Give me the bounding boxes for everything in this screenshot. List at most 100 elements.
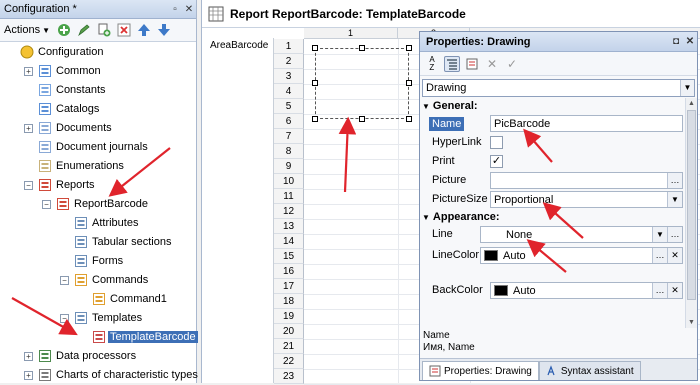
row-header[interactable]: 11 [274, 189, 304, 204]
scroll-down-icon[interactable]: ▼ [686, 317, 697, 328]
linecolor-field[interactable]: Auto … ✕ [480, 247, 683, 264]
row-header[interactable]: 4 [274, 84, 304, 99]
scroll-up-icon[interactable]: ▲ [686, 98, 697, 109]
edit-icon[interactable] [76, 22, 92, 38]
print-checkbox[interactable]: ✓ [490, 155, 503, 168]
resize-handle[interactable] [406, 116, 412, 122]
row-header[interactable]: 20 [274, 324, 304, 339]
row-header[interactable]: 14 [274, 234, 304, 249]
tree-item-command1[interactable]: Command1 [0, 290, 196, 309]
collapse-icon[interactable]: − [42, 200, 51, 209]
categorized-view-icon[interactable] [444, 55, 460, 72]
row-header[interactable]: 17 [274, 279, 304, 294]
tree-item-templatebarcode[interactable]: TemplateBarcode [0, 328, 198, 347]
close-icon[interactable]: ✕ [683, 36, 697, 47]
row-header[interactable]: 10 [274, 174, 304, 189]
row-header[interactable]: 16 [274, 264, 304, 279]
resize-handle[interactable] [406, 45, 412, 51]
tree-item-forms[interactable]: Forms [0, 252, 196, 271]
ellipsis-button[interactable]: … [667, 227, 682, 242]
picturesize-select[interactable]: Proportional ▼ [490, 191, 683, 208]
apply-icon[interactable]: ✓ [504, 56, 520, 72]
ellipsis-button[interactable]: … [652, 283, 667, 298]
properties-scrollbar[interactable]: ▲ ▼ [685, 98, 697, 328]
expand-icon[interactable]: + [24, 124, 33, 133]
resize-handle[interactable] [312, 45, 318, 51]
row-header[interactable]: 5 [274, 99, 304, 114]
tree-item-templates[interactable]: − Templates [0, 309, 196, 328]
tree-item-tabular-sections[interactable]: Tabular sections [0, 233, 196, 252]
move-down-icon[interactable] [156, 22, 172, 38]
tree-item-reports[interactable]: − Reports [0, 176, 196, 195]
collapse-icon[interactable]: − [60, 314, 69, 323]
hyperlink-checkbox[interactable] [490, 136, 503, 149]
scroll-thumb[interactable] [687, 110, 696, 300]
pin-icon[interactable]: ◘ [669, 36, 683, 47]
section-appearance[interactable]: ▼ Appearance: [420, 209, 685, 225]
row-header[interactable]: 8 [274, 144, 304, 159]
collapse-icon[interactable]: − [60, 276, 69, 285]
tree-item-common[interactable]: + Common [0, 62, 196, 81]
tree-item-constants[interactable]: Constants [0, 81, 196, 100]
row-header[interactable]: 6 [274, 114, 304, 129]
tree-item-attributes[interactable]: Attributes [0, 214, 196, 233]
delete-icon[interactable] [116, 22, 132, 38]
clear-icon[interactable]: ✕ [667, 283, 682, 298]
row-header[interactable]: 13 [274, 219, 304, 234]
collapse-icon[interactable]: − [24, 181, 33, 190]
object-type-select[interactable]: Drawing ▼ [422, 79, 695, 97]
ellipsis-button[interactable]: … [652, 248, 667, 263]
row-header[interactable]: 12 [274, 204, 304, 219]
name-field[interactable]: PicBarcode [490, 115, 683, 132]
chevron-down-icon[interactable]: ▼ [652, 227, 667, 242]
expand-icon[interactable]: + [24, 371, 33, 380]
tree-item-catalogs[interactable]: Catalogs [0, 100, 196, 119]
expand-icon[interactable]: + [24, 67, 33, 76]
expand-icon[interactable]: + [24, 352, 33, 361]
row-header[interactable]: 18 [274, 294, 304, 309]
chevron-down-icon[interactable]: ▼ [667, 192, 682, 207]
restore-icon[interactable]: ▫ [168, 4, 182, 15]
tree-item-configuration[interactable]: Configuration [0, 43, 196, 62]
line-select[interactable]: None ▼ … [480, 226, 683, 243]
row-header[interactable]: 7 [274, 129, 304, 144]
row-header[interactable]: 2 [274, 54, 304, 69]
section-general[interactable]: ▼ General: [420, 98, 685, 114]
tree-item-commands[interactable]: − Commands [0, 271, 196, 290]
row-header[interactable]: 22 [274, 354, 304, 369]
row-header[interactable]: 23 [274, 369, 304, 384]
row-header[interactable]: 21 [274, 339, 304, 354]
picture-field[interactable]: … [490, 172, 683, 189]
row-header[interactable]: 1 [274, 39, 304, 54]
tree-item-documents[interactable]: + Documents [0, 119, 196, 138]
row-header[interactable]: 15 [274, 249, 304, 264]
row-header[interactable]: 3 [274, 69, 304, 84]
add-icon[interactable] [56, 22, 72, 38]
move-up-icon[interactable] [136, 22, 152, 38]
resize-handle[interactable] [406, 80, 412, 86]
resize-handle[interactable] [359, 116, 365, 122]
tree-item-reportbarcode[interactable]: − ReportBarcode [0, 195, 196, 214]
ellipsis-button[interactable]: … [667, 173, 682, 188]
resize-handle[interactable] [312, 116, 318, 122]
resize-handle[interactable] [359, 45, 365, 51]
resize-handle[interactable] [312, 80, 318, 86]
sort-alphabetical-icon[interactable]: AZ [424, 55, 440, 72]
tree-item-charts-of-characteristic-types[interactable]: + Charts of characteristic types [0, 366, 198, 385]
tab-properties[interactable]: Properties: Drawing [422, 361, 539, 380]
drawing-selection-frame[interactable] [312, 45, 412, 122]
column-header-1[interactable]: 1 [304, 28, 398, 39]
actions-menu[interactable]: Actions ▼ [4, 24, 50, 36]
property-list-icon[interactable] [464, 56, 480, 72]
row-header[interactable]: 9 [274, 159, 304, 174]
clear-icon[interactable]: ✕ [667, 248, 682, 263]
backcolor-field[interactable]: Auto … ✕ [490, 282, 683, 299]
row-header[interactable]: 19 [274, 309, 304, 324]
tree-item-enumerations[interactable]: Enumerations [0, 157, 196, 176]
tree-item-data-processors[interactable]: + Data processors [0, 347, 196, 366]
close-icon[interactable]: ✕ [182, 4, 196, 15]
clear-icon[interactable]: ✕ [484, 56, 500, 72]
tree-item-document-journals[interactable]: Document journals [0, 138, 196, 157]
copy-icon[interactable] [96, 22, 112, 38]
tab-syntax-assistant[interactable]: Syntax assistant [538, 361, 641, 380]
